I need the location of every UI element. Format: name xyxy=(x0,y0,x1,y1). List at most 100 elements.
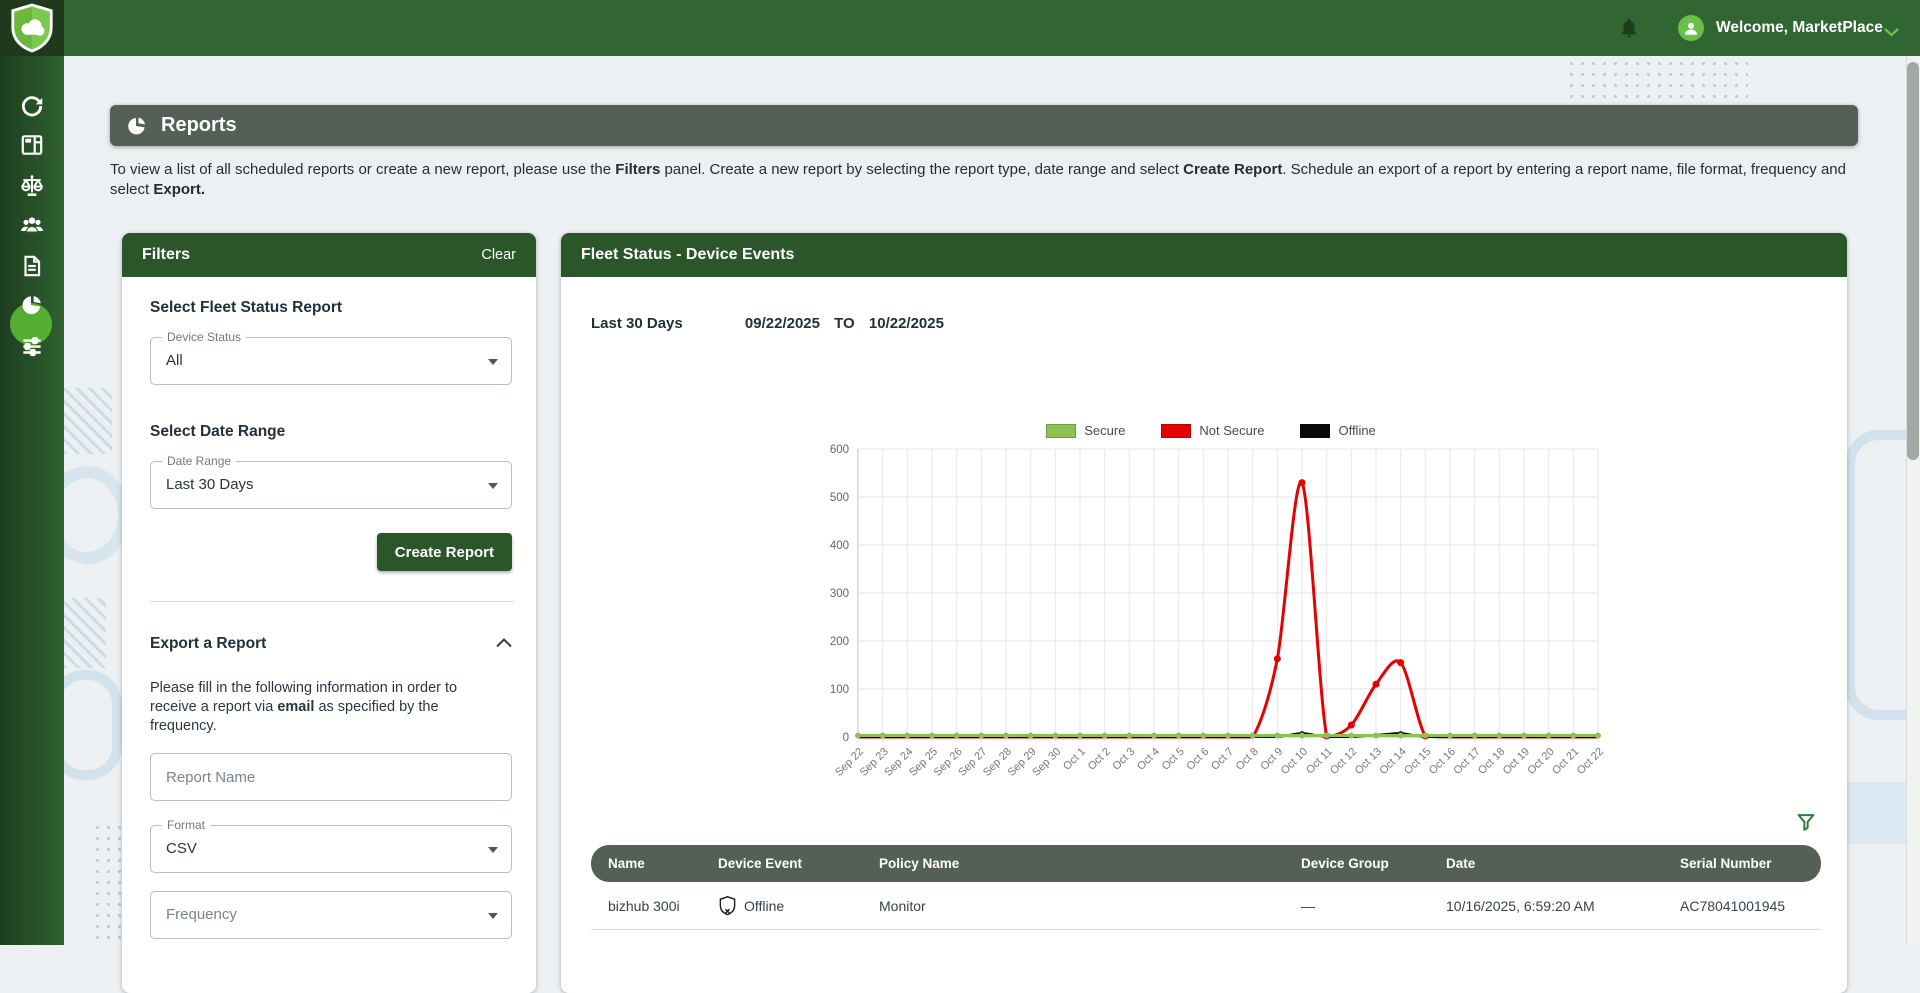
chevron-up-icon[interactable] xyxy=(496,635,512,653)
data-point xyxy=(1299,479,1306,486)
frequency-placeholder: Frequency xyxy=(166,892,237,938)
data-point xyxy=(1595,733,1601,739)
device-status-select[interactable]: Device Status All xyxy=(150,337,512,385)
shield-offline-icon xyxy=(718,895,737,916)
data-point xyxy=(1151,733,1157,739)
svg-text:Oct 21: Oct 21 xyxy=(1550,746,1581,777)
svg-text:Oct 19: Oct 19 xyxy=(1501,746,1532,777)
date-range-value: Last 30 Days xyxy=(166,462,254,508)
fleet-status-panel-header: Fleet Status - Device Events xyxy=(561,233,1847,277)
svg-text:0: 0 xyxy=(843,732,849,744)
reports-pie-icon xyxy=(125,114,149,138)
filters-title: Filters xyxy=(142,233,190,277)
data-point xyxy=(1570,733,1576,739)
data-point xyxy=(1521,733,1527,739)
svg-text:Oct 12: Oct 12 xyxy=(1328,746,1359,777)
sidebar-nav xyxy=(0,56,64,945)
serial-number-cell: AC78041001945 xyxy=(1680,898,1821,914)
device-event-label: Offline xyxy=(744,898,784,914)
reports-icon[interactable] xyxy=(19,292,45,318)
svg-text:Oct 7: Oct 7 xyxy=(1209,746,1236,773)
column-header: Name xyxy=(591,856,718,871)
create-report-button[interactable]: Create Report xyxy=(377,533,512,571)
scrollbar-thumb[interactable] xyxy=(1907,62,1919,460)
device-events-table: NameDevice EventPolicy NameDevice GroupD… xyxy=(591,845,1821,930)
app-logo xyxy=(0,0,64,56)
format-value: CSV xyxy=(166,826,197,872)
format-select[interactable]: Format CSV xyxy=(150,825,512,873)
data-point xyxy=(1398,733,1404,739)
chevron-down-icon xyxy=(488,847,498,853)
column-header: Date xyxy=(1446,856,1680,871)
table-body: bizhub 300iOfflineMonitor—10/16/2025, 6:… xyxy=(591,882,1821,930)
data-point xyxy=(1250,733,1256,739)
chevron-down-icon xyxy=(488,483,498,489)
date-from: 09/22/2025 xyxy=(745,315,820,332)
filters-panel: Filters Clear Select Fleet Status Report… xyxy=(122,233,536,993)
legend-item[interactable]: Offline xyxy=(1300,423,1375,438)
svg-text:Oct 5: Oct 5 xyxy=(1160,746,1187,773)
divider xyxy=(150,601,514,602)
logs-icon[interactable] xyxy=(19,253,45,279)
settings-icon[interactable] xyxy=(19,333,45,359)
data-point xyxy=(929,733,935,739)
data-point xyxy=(1200,733,1206,739)
svg-text:Oct 17: Oct 17 xyxy=(1451,746,1482,777)
data-point xyxy=(1422,733,1428,739)
device-status-value: All xyxy=(166,338,183,384)
chevron-down-icon[interactable] xyxy=(1884,24,1899,42)
svg-text:500: 500 xyxy=(830,492,849,504)
svg-text:Oct 22: Oct 22 xyxy=(1575,746,1606,777)
top-bar: Welcome, MarketPlace xyxy=(0,0,1920,56)
svg-text:Oct 3: Oct 3 xyxy=(1110,746,1137,773)
column-header: Serial Number xyxy=(1680,856,1821,871)
to-word: TO xyxy=(834,315,855,332)
svg-text:100: 100 xyxy=(830,684,849,696)
svg-text:Oct 6: Oct 6 xyxy=(1184,746,1211,773)
export-description: Please fill in the following information… xyxy=(150,679,482,736)
data-point xyxy=(1373,681,1380,688)
legend-item[interactable]: Not Secure xyxy=(1161,423,1264,438)
date-range-section-title: Select Date Range xyxy=(150,423,285,441)
data-point xyxy=(1003,733,1009,739)
data-point xyxy=(1546,733,1552,739)
report-name-input[interactable] xyxy=(150,753,512,801)
svg-text:Oct 15: Oct 15 xyxy=(1402,746,1433,777)
page-header-banner: Reports xyxy=(110,105,1858,146)
user-avatar-icon[interactable] xyxy=(1678,15,1704,41)
welcome-user-menu[interactable]: Welcome, MarketPlace xyxy=(1716,0,1883,56)
users-icon[interactable] xyxy=(19,212,45,238)
svg-text:Oct 16: Oct 16 xyxy=(1427,746,1458,777)
scrollbar-track[interactable] xyxy=(1906,56,1920,945)
svg-text:Oct 10: Oct 10 xyxy=(1279,746,1310,777)
refresh-icon[interactable] xyxy=(19,93,45,119)
legend-swatch xyxy=(1161,424,1191,438)
date-range-select[interactable]: Date Range Last 30 Days xyxy=(150,461,512,509)
column-header: Device Event xyxy=(718,856,879,871)
data-point xyxy=(1299,733,1305,739)
chart-svg: 0100200300400500600Sep 22Sep 23Sep 24Sep… xyxy=(801,438,1621,868)
data-point xyxy=(1373,733,1379,739)
frequency-select[interactable]: Frequency xyxy=(150,891,512,939)
table-filter-funnel-icon[interactable] xyxy=(1795,811,1817,833)
column-header: Policy Name xyxy=(879,856,1301,871)
notifications-bell-icon[interactable] xyxy=(1618,17,1640,39)
device-events-chart[interactable]: 0100200300400500600Sep 22Sep 23Sep 24Sep… xyxy=(801,438,1621,868)
legend-item[interactable]: Secure xyxy=(1046,423,1125,438)
date-cell: 10/16/2025, 6:59:20 AM xyxy=(1446,898,1680,914)
chevron-down-icon xyxy=(488,913,498,919)
data-point xyxy=(1225,733,1231,739)
policies-icon[interactable] xyxy=(19,173,45,199)
clear-filters-button[interactable]: Clear xyxy=(481,233,516,277)
export-section-title: Export a Report xyxy=(150,635,266,653)
legend-swatch xyxy=(1046,424,1076,438)
table-row[interactable]: bizhub 300iOfflineMonitor—10/16/2025, 6:… xyxy=(591,882,1821,930)
svg-text:300: 300 xyxy=(830,588,849,600)
data-point xyxy=(1176,733,1182,739)
data-point xyxy=(1274,655,1281,662)
fleet-status-panel: Fleet Status - Device Events Last 30 Day… xyxy=(561,233,1847,993)
device-icon[interactable] xyxy=(19,132,45,158)
svg-text:400: 400 xyxy=(830,540,849,552)
range-label: Last 30 Days xyxy=(591,315,683,332)
filters-panel-header: Filters Clear xyxy=(122,233,536,277)
